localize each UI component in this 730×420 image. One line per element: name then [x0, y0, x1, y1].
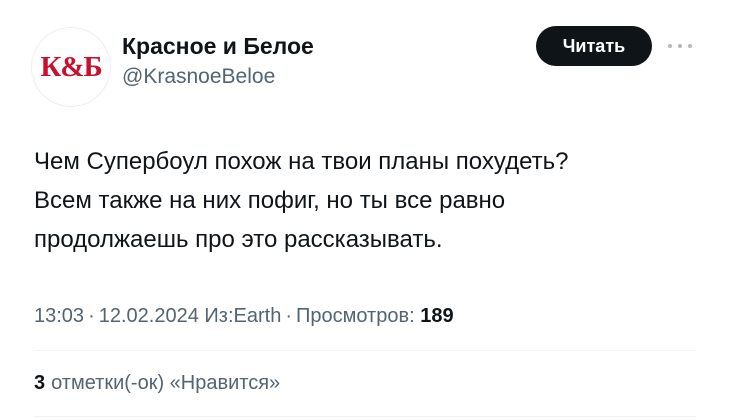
avatar[interactable]: К&Б [32, 28, 110, 106]
display-name[interactable]: Красное и Белое [122, 33, 314, 60]
more-dot [668, 44, 672, 48]
tweet-date[interactable]: 12.02.2024 [99, 305, 199, 327]
views-label: Просмотров: [295, 305, 415, 327]
tweet-source: Из:Earth [204, 305, 282, 327]
follow-button[interactable]: Читать [536, 26, 652, 66]
avatar-logo-text: К&Б [40, 50, 102, 83]
tweet-meta: 13:03 · 12.02.2024 Из:Earth · Просмотров: 18… [34, 305, 454, 328]
likes-label: отметки(-ок) «Нравится» [51, 372, 281, 394]
user-handle[interactable]: @KrasnoeBeloe [122, 65, 275, 89]
more-dot [688, 44, 692, 48]
tweet-text-line: Всем также на них пофиг, но ты все равно [34, 187, 506, 214]
likes-link[interactable]: 3 отметки(-ок) «Нравится» [34, 372, 280, 395]
more-dot [678, 44, 682, 48]
divider [34, 416, 696, 417]
likes-count: 3 [34, 372, 46, 394]
tweet-card: К&Б Красное и Белое @KrasnoeBeloe Читать… [0, 0, 730, 420]
meta-separator: · [285, 305, 292, 327]
views-count: 189 [420, 305, 454, 327]
meta-separator: · [88, 305, 95, 327]
tweet-time[interactable]: 13:03 [34, 305, 84, 327]
tweet-text-line: продолжаешь про это рассказывать. [34, 226, 443, 253]
tweet-text: Чем Супербоул похож на твои планы похуде… [34, 142, 704, 259]
more-horizontal-icon[interactable] [668, 36, 692, 56]
divider [34, 350, 696, 351]
tweet-text-line: Чем Супербоул похож на твои планы похуде… [34, 148, 569, 175]
